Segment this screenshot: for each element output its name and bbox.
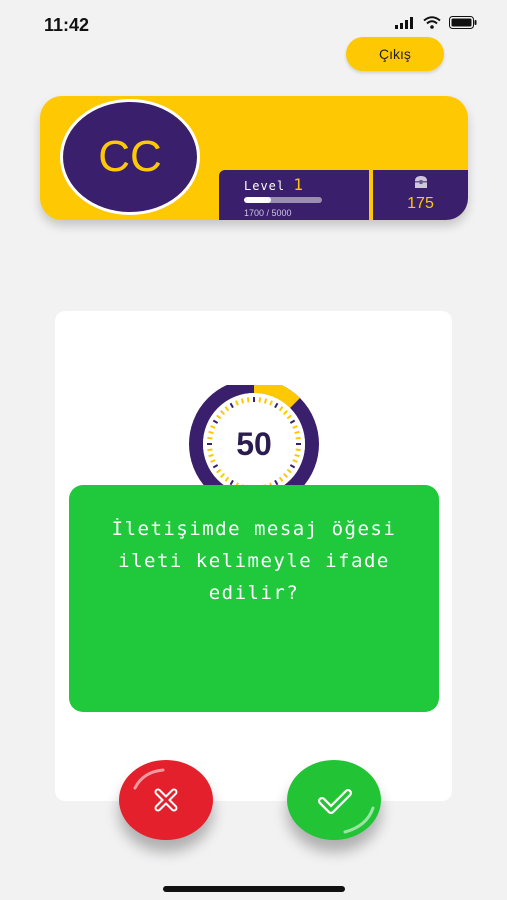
treasure-chest-icon [415, 176, 427, 188]
check-icon [318, 789, 375, 834]
profile-card: CC Level 1 1700 / 5000 175 [40, 96, 468, 220]
exit-button[interactable]: Çıkış [346, 37, 444, 71]
question-line: İletişimde mesaj öğesi [111, 518, 397, 540]
question-text: İletişimde mesaj öğesi ileti kelimeyle i… [69, 513, 439, 609]
status-time: 11:42 [44, 15, 90, 35]
close-icon [133, 768, 178, 812]
coin-box: 175 [373, 170, 468, 220]
wifi-icon [423, 16, 441, 29]
home-indicator [163, 886, 345, 892]
level-label: Level [244, 179, 286, 193]
coin-count: 175 [407, 195, 434, 212]
battery-icon [449, 16, 477, 29]
stats-bar: Level 1 1700 / 5000 175 [219, 170, 468, 220]
level-box: Level 1 1700 / 5000 [219, 170, 369, 220]
xp-progress-bar [244, 197, 322, 203]
level-value: 1 [293, 175, 304, 194]
signal-icon [395, 16, 413, 29]
question-line: edilir? [208, 582, 300, 604]
status-icons [395, 16, 477, 29]
question-line: ileti kelimeyle ifade [118, 550, 390, 572]
wrong-answer-button[interactable] [119, 760, 213, 840]
level-text: Level 1 [244, 175, 304, 194]
avatar: CC [60, 99, 200, 215]
xp-progress-fill [244, 197, 271, 203]
xp-text: 1700 / 5000 [244, 208, 292, 218]
correct-answer-button[interactable] [287, 760, 381, 840]
question-panel: İletişimde mesaj öğesi ileti kelimeyle i… [69, 485, 439, 712]
